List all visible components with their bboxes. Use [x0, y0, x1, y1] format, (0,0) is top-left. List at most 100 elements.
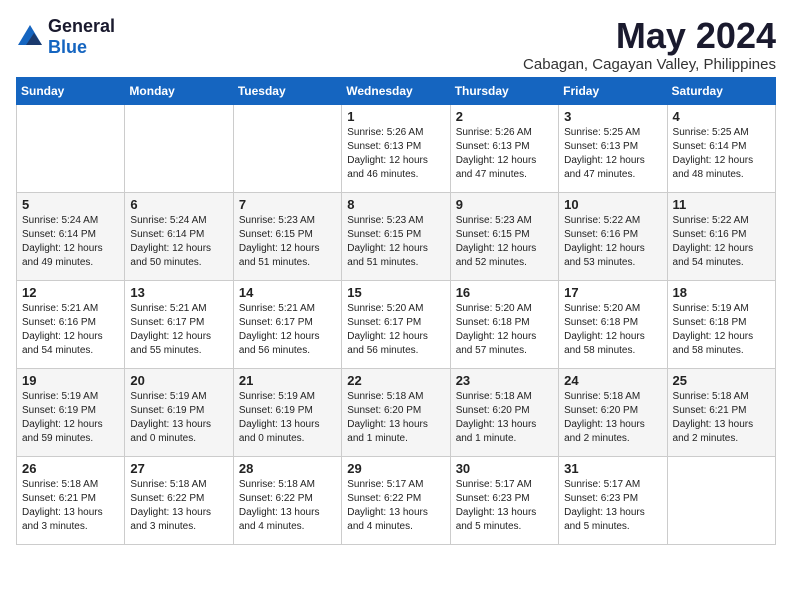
logo-icon: [16, 23, 44, 51]
calendar-cell: 7 Sunrise: 5:23 AM Sunset: 6:15 PM Daylig…: [233, 192, 341, 280]
day-number: 26: [22, 461, 119, 476]
calendar-week-row: 1 Sunrise: 5:26 AM Sunset: 6:13 PM Daylig…: [17, 104, 776, 192]
calendar-cell: 21Sunrise: 5:19 AM Sunset: 6:19 PM Dayli…: [233, 368, 341, 456]
logo-blue: Blue: [48, 37, 87, 57]
day-number: 23: [456, 373, 553, 388]
day-info: Sunrise: 5:18 AM Sunset: 6:20 PM Dayligh…: [347, 390, 444, 446]
day-info: Sunrise: 5:19 AM Sunset: 6:19 PM Dayligh…: [22, 390, 119, 446]
calendar-cell: 30 Sunrise: 5:17 AM Sunset: 6:23 PM Dayli…: [450, 456, 558, 544]
calendar-cell: 27 Sunrise: 5:18 AM Sunset: 6:22 PM Dayli…: [125, 456, 233, 544]
calendar-table: SundayMondayTuesdayWednesdayThursdayFrid…: [16, 77, 776, 545]
location-subtitle: Cabagan, Cagayan Valley, Philippines: [523, 56, 776, 73]
day-number: 12: [22, 285, 119, 300]
day-info: Sunrise: 5:18 AM Sunset: 6:20 PM Dayligh…: [456, 390, 553, 446]
day-number: 16: [456, 285, 553, 300]
day-info: Sunrise: 5:21 AM Sunset: 6:17 PM Dayligh…: [239, 302, 336, 358]
day-number: 29: [347, 461, 444, 476]
day-number: 6: [130, 197, 227, 212]
calendar-cell: 6 Sunrise: 5:24 AM Sunset: 6:14 PM Daylig…: [125, 192, 233, 280]
day-number: 13: [130, 285, 227, 300]
day-info: Sunrise: 5:21 AM Sunset: 6:17 PM Dayligh…: [130, 302, 227, 358]
day-number: 31: [564, 461, 661, 476]
day-info: Sunrise: 5:23 AM Sunset: 6:15 PM Dayligh…: [239, 214, 336, 270]
day-info: Sunrise: 5:25 AM Sunset: 6:14 PM Dayligh…: [673, 126, 770, 182]
weekday-header: Sunday: [17, 77, 125, 104]
calendar-cell: 10Sunrise: 5:22 AM Sunset: 6:16 PM Dayli…: [559, 192, 667, 280]
day-number: 22: [347, 373, 444, 388]
day-number: 9: [456, 197, 553, 212]
day-number: 24: [564, 373, 661, 388]
day-number: 19: [22, 373, 119, 388]
logo-text: General Blue: [48, 16, 115, 58]
day-info: Sunrise: 5:18 AM Sunset: 6:22 PM Dayligh…: [239, 478, 336, 534]
weekday-header: Thursday: [450, 77, 558, 104]
calendar-cell: 25 Sunrise: 5:18 AM Sunset: 6:21 PM Dayli…: [667, 368, 775, 456]
logo-general: General: [48, 16, 115, 36]
day-info: Sunrise: 5:18 AM Sunset: 6:21 PM Dayligh…: [673, 390, 770, 446]
day-number: 15: [347, 285, 444, 300]
day-number: 4: [673, 109, 770, 124]
calendar-cell: 17Sunrise: 5:20 AM Sunset: 6:18 PM Dayli…: [559, 280, 667, 368]
calendar-cell: 24 Sunrise: 5:18 AM Sunset: 6:20 PM Dayli…: [559, 368, 667, 456]
weekday-header: Tuesday: [233, 77, 341, 104]
day-info: Sunrise: 5:20 AM Sunset: 6:17 PM Dayligh…: [347, 302, 444, 358]
day-info: Sunrise: 5:17 AM Sunset: 6:23 PM Dayligh…: [564, 478, 661, 534]
day-number: 28: [239, 461, 336, 476]
day-number: 11: [673, 197, 770, 212]
calendar-cell: 11 Sunrise: 5:22 AM Sunset: 6:16 PM Dayli…: [667, 192, 775, 280]
weekday-header: Wednesday: [342, 77, 450, 104]
calendar-cell: 5 Sunrise: 5:24 AM Sunset: 6:14 PM Daylig…: [17, 192, 125, 280]
day-info: Sunrise: 5:22 AM Sunset: 6:16 PM Dayligh…: [673, 214, 770, 270]
day-number: 1: [347, 109, 444, 124]
day-info: Sunrise: 5:24 AM Sunset: 6:14 PM Dayligh…: [22, 214, 119, 270]
calendar-cell: [17, 104, 125, 192]
calendar-cell: 3Sunrise: 5:25 AM Sunset: 6:13 PM Daylig…: [559, 104, 667, 192]
weekday-header: Monday: [125, 77, 233, 104]
calendar-cell: 8Sunrise: 5:23 AM Sunset: 6:15 PM Daylig…: [342, 192, 450, 280]
day-number: 5: [22, 197, 119, 212]
calendar-cell: 1Sunrise: 5:26 AM Sunset: 6:13 PM Daylig…: [342, 104, 450, 192]
day-number: 8: [347, 197, 444, 212]
day-number: 20: [130, 373, 227, 388]
weekday-header: Saturday: [667, 77, 775, 104]
calendar-body: 1 Sunrise: 5:26 AM Sunset: 6:13 PM Daylig…: [17, 104, 776, 544]
calendar-week-row: 12Sunrise: 5:21 AM Sunset: 6:16 PM Dayli…: [17, 280, 776, 368]
day-info: Sunrise: 5:25 AM Sunset: 6:13 PM Dayligh…: [564, 126, 661, 182]
calendar-cell: 19 Sunrise: 5:19 AM Sunset: 6:19 PM Dayli…: [17, 368, 125, 456]
calendar-cell: 16 Sunrise: 5:20 AM Sunset: 6:18 PM Dayli…: [450, 280, 558, 368]
calendar-cell: 28 Sunrise: 5:18 AM Sunset: 6:22 PM Dayli…: [233, 456, 341, 544]
header-row: SundayMondayTuesdayWednesdayThursdayFrid…: [17, 77, 776, 104]
day-number: 27: [130, 461, 227, 476]
day-info: Sunrise: 5:23 AM Sunset: 6:15 PM Dayligh…: [456, 214, 553, 270]
day-info: Sunrise: 5:24 AM Sunset: 6:14 PM Dayligh…: [130, 214, 227, 270]
calendar-cell: [667, 456, 775, 544]
day-info: Sunrise: 5:18 AM Sunset: 6:20 PM Dayligh…: [564, 390, 661, 446]
day-info: Sunrise: 5:26 AM Sunset: 6:13 PM Dayligh…: [456, 126, 553, 182]
calendar-cell: 31 Sunrise: 5:17 AM Sunset: 6:23 PM Dayli…: [559, 456, 667, 544]
calendar-cell: 18Sunrise: 5:19 AM Sunset: 6:18 PM Dayli…: [667, 280, 775, 368]
calendar-cell: [233, 104, 341, 192]
calendar-header: SundayMondayTuesdayWednesdayThursdayFrid…: [17, 77, 776, 104]
calendar-cell: 20 Sunrise: 5:19 AM Sunset: 6:19 PM Dayli…: [125, 368, 233, 456]
calendar-cell: [125, 104, 233, 192]
calendar-cell: 9 Sunrise: 5:23 AM Sunset: 6:15 PM Daylig…: [450, 192, 558, 280]
day-info: Sunrise: 5:17 AM Sunset: 6:23 PM Dayligh…: [456, 478, 553, 534]
calendar-cell: 4 Sunrise: 5:25 AM Sunset: 6:14 PM Daylig…: [667, 104, 775, 192]
day-number: 14: [239, 285, 336, 300]
month-title: May 2024: [523, 16, 776, 56]
day-info: Sunrise: 5:18 AM Sunset: 6:22 PM Dayligh…: [130, 478, 227, 534]
day-info: Sunrise: 5:20 AM Sunset: 6:18 PM Dayligh…: [456, 302, 553, 358]
day-info: Sunrise: 5:19 AM Sunset: 6:19 PM Dayligh…: [130, 390, 227, 446]
calendar-cell: 14 Sunrise: 5:21 AM Sunset: 6:17 PM Dayli…: [233, 280, 341, 368]
day-number: 7: [239, 197, 336, 212]
calendar-cell: 15 Sunrise: 5:20 AM Sunset: 6:17 PM Dayli…: [342, 280, 450, 368]
calendar-week-row: 19 Sunrise: 5:19 AM Sunset: 6:19 PM Dayli…: [17, 368, 776, 456]
day-number: 18: [673, 285, 770, 300]
day-info: Sunrise: 5:20 AM Sunset: 6:18 PM Dayligh…: [564, 302, 661, 358]
calendar-cell: 26Sunrise: 5:18 AM Sunset: 6:21 PM Dayli…: [17, 456, 125, 544]
calendar-cell: 12Sunrise: 5:21 AM Sunset: 6:16 PM Dayli…: [17, 280, 125, 368]
day-number: 30: [456, 461, 553, 476]
day-number: 25: [673, 373, 770, 388]
day-info: Sunrise: 5:19 AM Sunset: 6:19 PM Dayligh…: [239, 390, 336, 446]
day-number: 10: [564, 197, 661, 212]
